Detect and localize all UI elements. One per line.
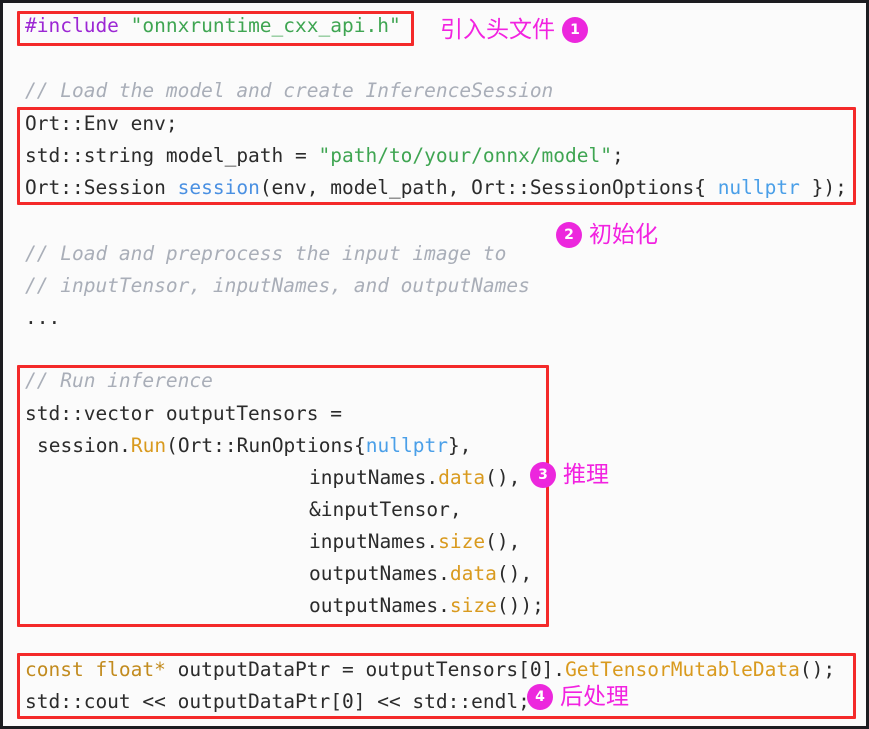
line-arg-output-names-size: outputNames.size()); [309,595,544,617]
line-arg-input-tensor: &inputTensor, [309,499,462,521]
annotation-label: 初始化 [589,221,658,248]
code-token: }, [447,434,472,457]
line-comment-preprocess-2: // inputTensor, inputNames, and outputNa… [25,275,530,297]
code-token: &inputTensor, [309,498,462,521]
line-cout: std::cout << outputDataPtr[0] << std::en… [25,691,530,713]
code-token: data [438,466,486,489]
step-number-badge: 2 [556,222,582,248]
code-token: data [449,562,497,585]
code-token: std::string model_path = [25,144,319,167]
code-token: Ort::Env env; [25,112,178,135]
line-include: #include "onnxruntime_cxx_api.h" [25,15,401,37]
annotation-inference: 3 推理 [530,462,609,488]
code-token: inputNames. [309,466,439,489]
annotation-postprocess: 4 后处理 [527,684,629,710]
code-token: // Run inference [25,369,213,392]
line-ort-session: Ort::Session session(env, model_path, Or… [25,177,847,199]
code-token: nullptr [365,434,448,457]
code-token: #include [25,14,119,37]
code-token: (), [485,466,521,489]
line-ort-env: Ort::Env env; [25,113,178,135]
code-token: size [438,530,486,553]
code-block: #include "onnxruntime_cxx_api.h" // Load … [3,3,866,726]
line-comment-run-inference: // Run inference [25,370,213,392]
code-token: nullptr [717,176,800,199]
code-token: ... [25,306,61,329]
code-token: outputDataPtr = outputTensors[0]. [165,658,566,681]
code-token: // Load the model and create InferenceSe… [25,79,554,102]
code-token: session [177,176,260,199]
code-token: // Load and preprocess the input image t… [25,242,507,265]
code-token: (), [485,530,521,553]
step-number-badge: 3 [530,462,556,488]
code-token: Ort::Session [25,176,178,199]
line-comment-preprocess-1: // Load and preprocess the input image t… [25,243,506,265]
line-arg-output-names-data: outputNames.data(), [309,563,532,585]
code-token: outputNames. [309,562,450,585]
code-screenshot-container: #include "onnxruntime_cxx_api.h" // Load … [0,0,869,729]
code-token: outputNames. [309,594,450,617]
code-token: GetTensorMutableData [565,658,800,681]
annotation-label: 引入头文件 [440,16,555,43]
line-arg-input-names-data: inputNames.data(), [309,467,520,489]
code-token: (); [799,658,836,681]
code-token: size [449,594,497,617]
code-token: ()); [496,594,544,617]
line-ellipsis: ... [25,307,60,329]
code-token: session. [37,434,131,457]
code-token: (), [496,562,533,585]
code-token: (env, model_path, Ort::SessionOptions{ [259,176,718,199]
line-vector-output-tensors: std::vector outputTensors = [25,403,342,425]
code-token: const float* [25,658,166,681]
line-output-data-ptr: const float* outputDataPtr = outputTenso… [25,659,835,681]
code-token: ; [612,144,624,167]
code-token: inputNames. [309,530,439,553]
annotation-init: 2 初始化 [556,222,658,248]
step-number-badge: 4 [527,684,553,710]
code-token: std::vector outputTensors = [25,402,342,425]
line-arg-input-names-size: inputNames.size(), [309,531,520,553]
annotation-include: 引入头文件 1 [440,17,588,43]
code-token: "onnxruntime_cxx_api.h" [130,14,401,37]
code-token: // inputTensor, inputNames, and outputNa… [25,274,530,297]
code-token: std::cout << outputDataPtr[0] << std::en… [25,690,530,713]
line-model-path: std::string model_path = "path/to/your/o… [25,145,624,167]
code-token: (Ort::RunOptions{ [166,434,366,457]
code-token: "path/to/your/onnx/model" [318,144,613,167]
code-token: }); [799,176,847,199]
code-token: Run [130,434,167,457]
annotation-label: 后处理 [560,683,629,710]
line-session-run: session.Run(Ort::RunOptions{nullptr}, [37,435,471,457]
line-comment-load-model: // Load the model and create InferenceSe… [25,80,553,102]
step-number-badge: 1 [562,17,588,43]
annotation-label: 推理 [563,461,609,488]
